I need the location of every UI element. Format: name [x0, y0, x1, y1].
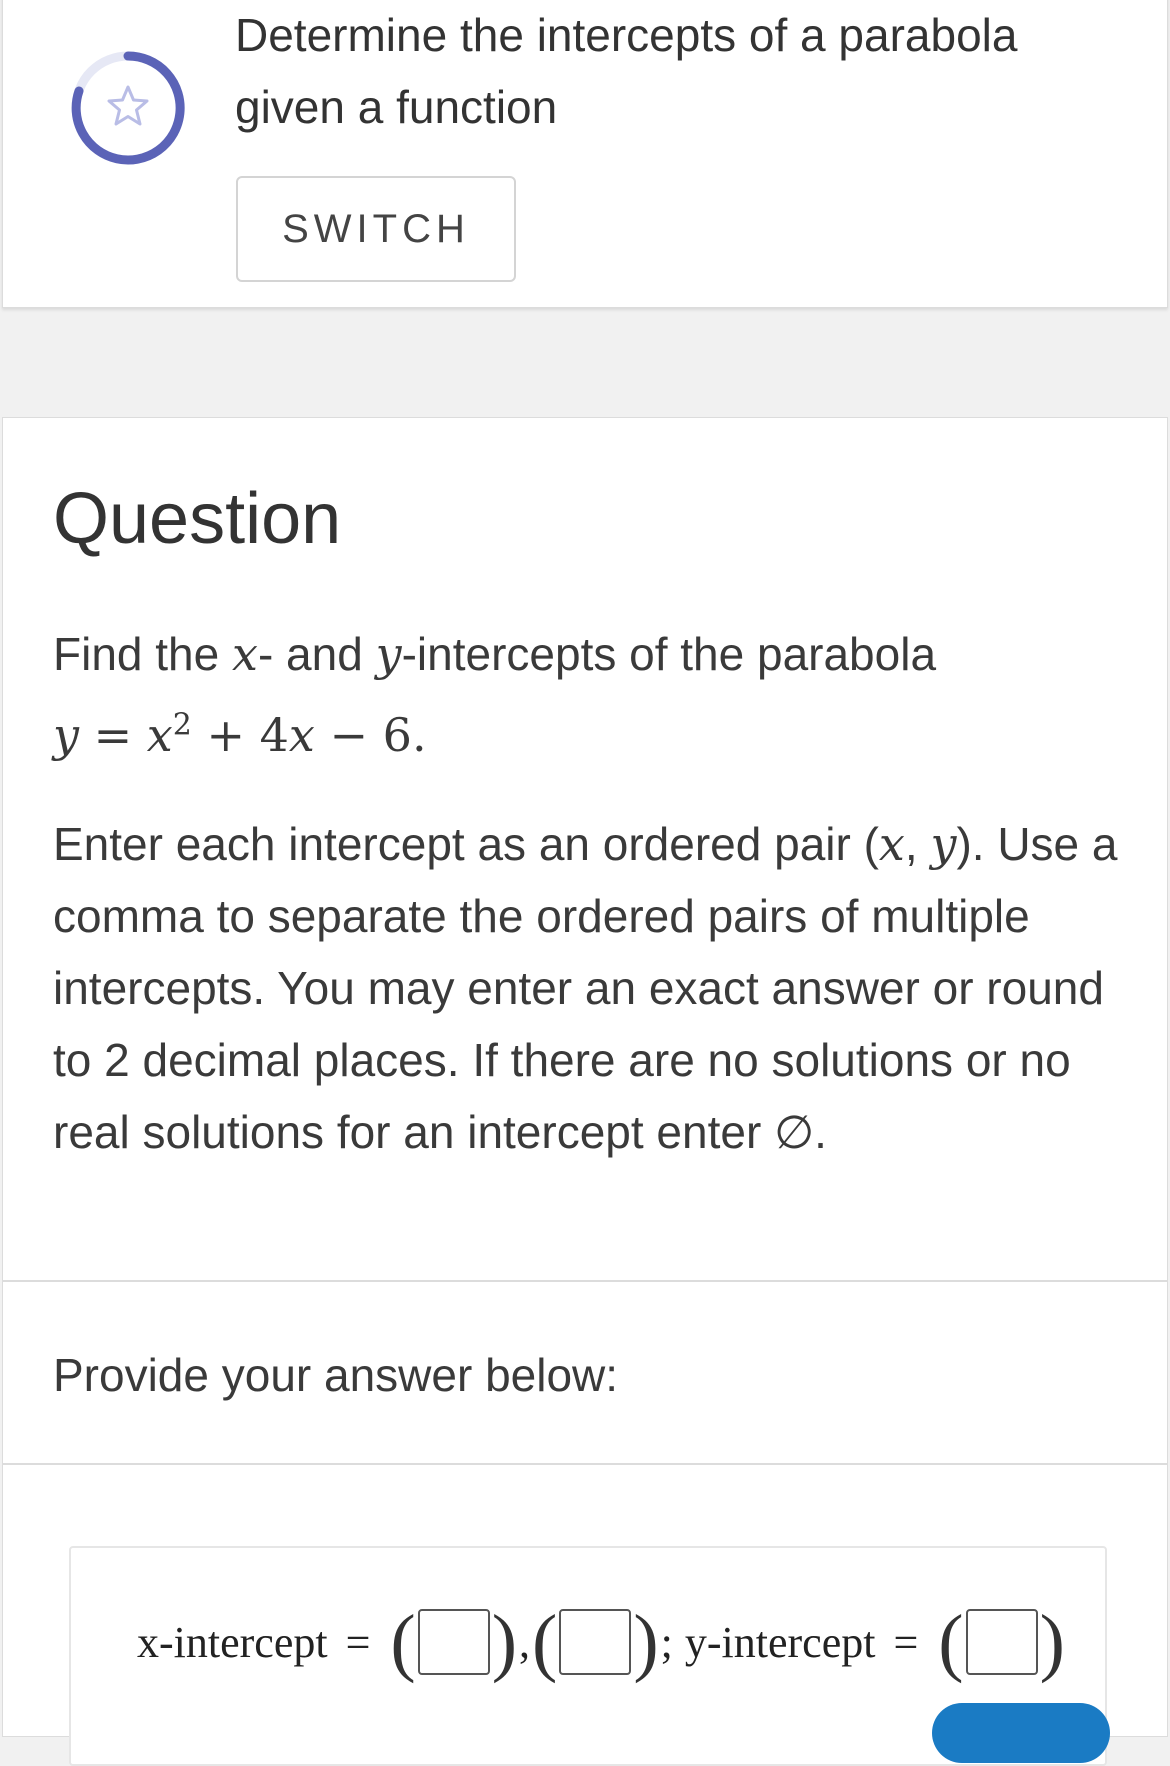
- prompt-var-x: x: [232, 627, 258, 681]
- equals-sign: =: [345, 1617, 371, 1667]
- close-paren: ): [491, 1600, 518, 1684]
- semicolon: ;: [660, 1617, 673, 1667]
- prompt-text: - and: [257, 628, 376, 680]
- open-paren: (: [390, 1600, 416, 1684]
- objective-title: Determine the intercepts of a parabola g…: [235, 9, 1018, 133]
- eq-dot: .: [411, 708, 427, 763]
- open-paren: (: [532, 1600, 558, 1684]
- x-intercept-2-input[interactable]: [559, 1609, 632, 1675]
- eq-lhs: y: [53, 708, 79, 763]
- equals-sign: =: [893, 1617, 919, 1667]
- instructions-comma: ,: [904, 818, 931, 870]
- eq-equals: =: [93, 708, 133, 763]
- eq-x2: x: [288, 708, 315, 763]
- submit-button[interactable]: [932, 1703, 1110, 1763]
- question-card: Question Find the x- and y-intercepts of…: [2, 417, 1168, 1766]
- x-intercept-label: x-intercept: [137, 1617, 328, 1667]
- question-prompt: Find the x- and y-intercepts of the para…: [53, 618, 1113, 771]
- eq-x: x: [146, 708, 173, 763]
- parabola-equation: y = x2 + 4x − 6.: [53, 708, 427, 762]
- eq-coef: 4: [259, 708, 289, 763]
- eq-minus: −: [329, 708, 369, 763]
- close-paren: ): [633, 1600, 659, 1684]
- divider: [3, 1463, 1167, 1465]
- prompt-text: Find the: [53, 628, 232, 680]
- x-intercept-1-input[interactable]: [417, 1609, 490, 1675]
- instructions-text: Enter each intercept as an ordered pair …: [53, 818, 879, 870]
- comma: ,: [519, 1617, 531, 1667]
- answer-expression: x-intercept = ( ) , ( ) ; y-intercept = …: [137, 1592, 1067, 1692]
- instructions-var-x: x: [878, 817, 905, 871]
- question-heading: Question: [53, 479, 342, 559]
- open-paren: (: [938, 1600, 964, 1684]
- instructions-var-y: y: [930, 817, 957, 871]
- provide-answer-label: Provide your answer below:: [53, 1349, 619, 1401]
- y-intercept-input[interactable]: [965, 1609, 1038, 1675]
- eq-const: 6: [382, 708, 412, 763]
- eq-plus: +: [206, 708, 246, 763]
- objective-card: Determine the intercepts of a parabola g…: [2, 0, 1168, 308]
- empty-set-symbol: ∅: [774, 1105, 815, 1159]
- question-instructions: Enter each intercept as an ordered pair …: [53, 808, 1123, 1168]
- objective-progress-star-icon: [71, 51, 185, 165]
- divider: [3, 1280, 1167, 1282]
- instructions-end: .: [814, 1106, 827, 1158]
- prompt-var-y: y: [375, 627, 402, 681]
- y-intercept-label: y-intercept: [684, 1617, 876, 1667]
- switch-button[interactable]: SWITCH: [236, 176, 516, 282]
- close-paren: ): [1039, 1600, 1065, 1684]
- prompt-text: -intercepts of the parabola: [401, 628, 937, 680]
- eq-exponent: 2: [172, 708, 192, 743]
